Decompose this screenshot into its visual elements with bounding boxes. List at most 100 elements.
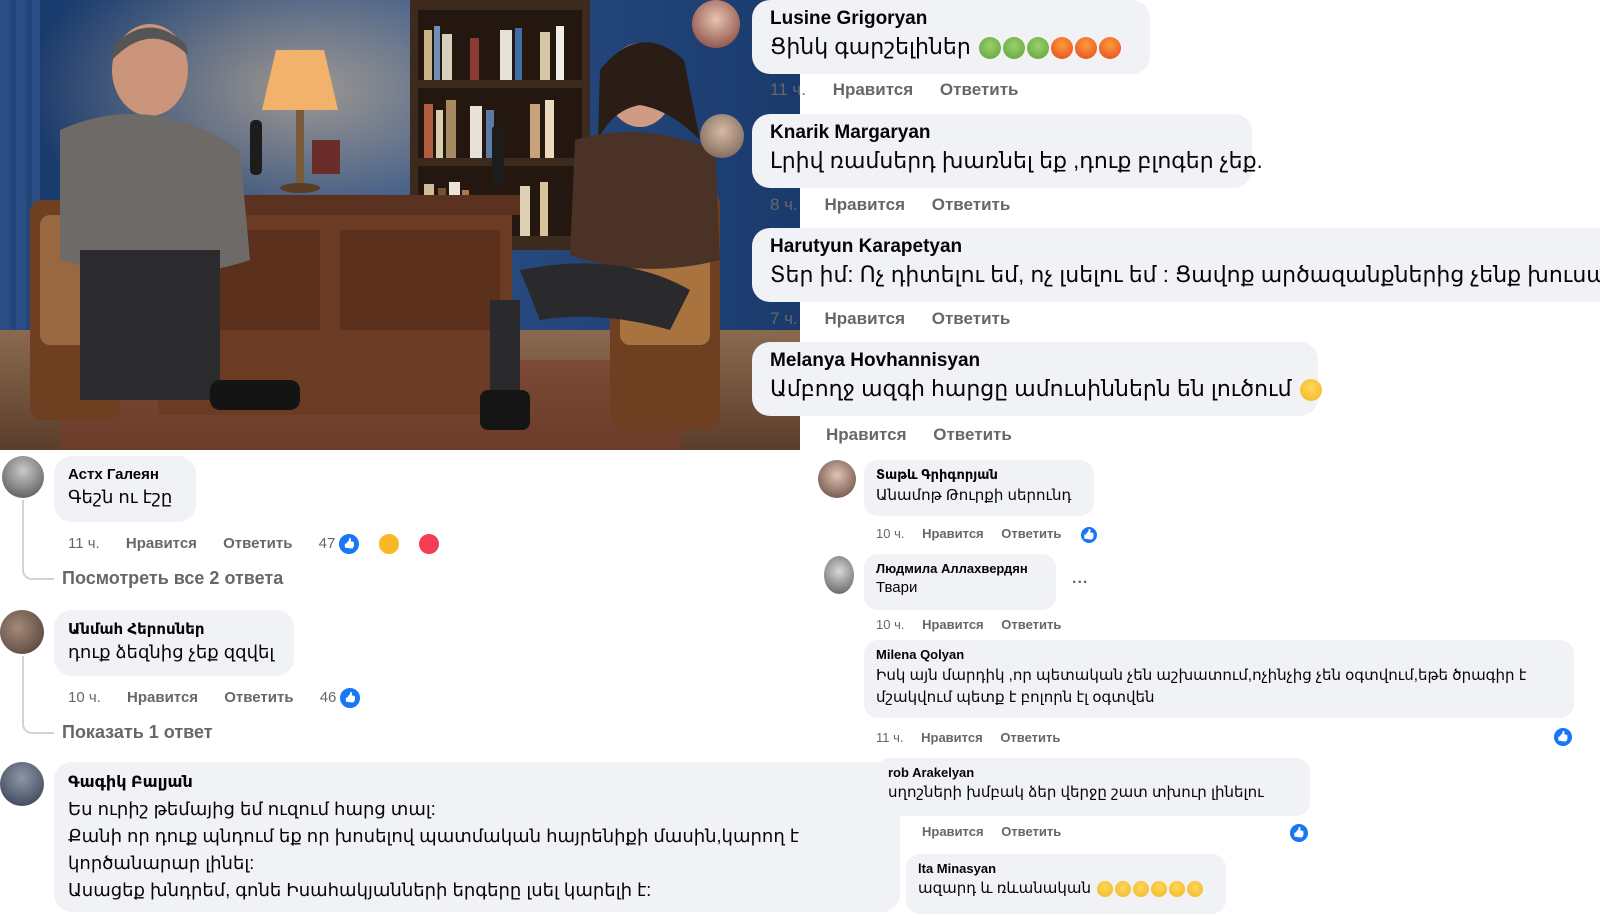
like-button[interactable]: Нравится (833, 80, 914, 99)
video-thumbnail[interactable] (0, 0, 800, 450)
crying-face-icon (1169, 881, 1186, 898)
comment-bubble: Людмила Аллахвердян Твари (864, 554, 1056, 610)
comment-actions: 11 ч. Нравится Ответить (876, 730, 1074, 745)
comment-text-line: Ես ուրիշ թեմայից եմ ուզում հարց տալ: (68, 799, 436, 819)
comment-text-content: ազարդ և ռևանական (918, 880, 1091, 897)
comment-actions: 11 ч. Нравится Ответить 47 (68, 532, 463, 556)
comment-bubble: Астх Галеян Գեշն ու էշը (54, 456, 196, 522)
reaction-count[interactable]: 46 (320, 689, 337, 706)
like-reaction-icon (338, 686, 363, 710)
reaction-count[interactable]: 47 (319, 535, 336, 552)
comment-bubble: Անմահ Հերոսներ դուք ձեզնից չեք զզվել (54, 610, 294, 676)
comment-time[interactable]: 10 ч. (68, 689, 101, 706)
comment-author[interactable]: Անմահ Հերոսներ (68, 620, 280, 638)
comment-text-line: կործանարար լինել: (68, 853, 255, 873)
comment-text-content: Ցինկ գարշելիներ (770, 34, 971, 59)
angry-face-icon (1050, 37, 1073, 60)
comment-actions: Нравится Ответить (922, 824, 1075, 839)
comment-actions: 11 ч. Нравится Ответить (770, 80, 1040, 100)
hands-icon (1133, 881, 1150, 898)
avatar[interactable] (824, 556, 854, 594)
sick-face-icon (1002, 37, 1025, 60)
sick-face-icon (1026, 37, 1049, 60)
comment-author[interactable]: Տաթև Գրիգորյան (876, 467, 1082, 483)
like-reaction-icon (1078, 525, 1099, 545)
comment-author[interactable]: lta Minasyan (918, 861, 1214, 876)
love-reaction-icon (417, 532, 442, 556)
comment-text: Գեշն ու էշը (68, 487, 173, 507)
comment-time[interactable]: 8 ч. (770, 195, 798, 214)
comment-text: Լրիվ ռամսերդ խառնել եք ,դուք բլոգեր չեք. (770, 148, 1263, 173)
like-button[interactable]: Нравится (921, 730, 983, 745)
comment-actions: 10 ч. Нравится Ответить 46 (68, 686, 384, 710)
avatar[interactable] (0, 610, 44, 654)
reply-button[interactable]: Ответить (1001, 526, 1061, 541)
sick-face-icon (978, 37, 1001, 60)
reply-button[interactable]: Ответить (223, 535, 292, 552)
comment-actions: 10 ч. Нравится Ответить (876, 525, 1121, 545)
like-button[interactable]: Нравится (826, 425, 907, 444)
comment-author[interactable]: Астх Галеян (68, 466, 182, 483)
comment-author[interactable]: Людмила Аллахвердян (876, 561, 1044, 576)
comment-time[interactable]: 10 ч. (876, 526, 904, 541)
thread-connector (22, 656, 54, 734)
reply-button[interactable]: Ответить (224, 689, 293, 706)
comment-author[interactable]: Knarik Margaryan (770, 122, 1234, 144)
like-button[interactable]: Нравится (825, 195, 906, 214)
comment-bubble: Lusine Grigoryan Ցինկ գարշելիներ (752, 0, 1150, 74)
like-button[interactable]: Нравится (922, 526, 984, 541)
comment-actions: 10 ч. Нравится Ответить (876, 617, 1075, 632)
reply-button[interactable]: Ответить (1001, 824, 1061, 839)
like-button[interactable]: Нравится (825, 309, 906, 328)
hands-icon (1115, 881, 1132, 898)
comment-author[interactable]: Գագիկ Բալյան (68, 772, 886, 792)
like-button[interactable]: Нравится (127, 689, 198, 706)
view-replies-link[interactable]: Посмотреть все 2 ответа (62, 568, 283, 589)
comment-time[interactable]: 11 ч. (770, 80, 806, 99)
reply-button[interactable]: Ответить (932, 195, 1011, 214)
comment-time[interactable]: 11 ч. (876, 730, 904, 745)
comment-text: սղոշների խմբակ ձեր վերջը շատ տխուր լինել… (888, 784, 1264, 801)
crying-face-icon (1299, 379, 1322, 402)
reply-button[interactable]: Ответить (940, 80, 1019, 99)
like-reaction-icon (1288, 822, 1310, 844)
haha-reaction-icon (377, 532, 402, 556)
avatar[interactable] (692, 0, 740, 48)
crying-face-icon (1151, 881, 1168, 898)
view-replies-link[interactable]: Показать 1 ответ (62, 722, 213, 743)
comment-actions: 8 ч. Нравится Ответить (770, 195, 1032, 215)
comment-text-line: Քանի որ դուք պնդում եք որ խոսելով պատմակ… (68, 826, 799, 846)
like-button[interactable]: Нравится (922, 617, 984, 632)
comment-text: Твари (876, 579, 918, 596)
comment-author[interactable]: rob Arakelyan (888, 765, 1298, 780)
comment-text: դուք ձեզնից չեք զզվել (68, 642, 275, 662)
reply-button[interactable]: Ответить (1000, 730, 1060, 745)
comment-bubble: lta Minasyan ազարդ և ռևանական (906, 854, 1226, 914)
comment-author[interactable]: Harutyun Karapetyan (770, 236, 1594, 258)
avatar[interactable] (2, 456, 44, 498)
comment-time[interactable]: 11 ч. (68, 535, 100, 552)
comment-time[interactable]: 10 ч. (876, 617, 904, 632)
like-reaction-icon (337, 532, 362, 556)
comment-time[interactable]: 7 ч. (770, 309, 798, 328)
more-options-button[interactable]: ... (1072, 570, 1088, 588)
reply-button[interactable]: Ответить (933, 425, 1012, 444)
reply-button[interactable]: Ответить (932, 309, 1011, 328)
comment-bubble: Melanya Hovhannisyan Ամբողջ ազգի հարցը ա… (752, 342, 1322, 416)
comment-author[interactable]: Melanya Hovhannisyan (770, 350, 1300, 372)
avatar[interactable] (0, 762, 44, 806)
comment-actions: 7 ч. Нравится Ответить (770, 309, 1032, 329)
like-button[interactable]: Нравится (126, 535, 197, 552)
comment-text-content: Ամբողջ ազգի հարցը ամուսիններն են լուծում (770, 376, 1292, 401)
reply-button[interactable]: Ответить (1001, 617, 1061, 632)
comment-author[interactable]: Lusine Grigoryan (770, 8, 1132, 30)
avatar[interactable] (818, 460, 856, 498)
comment-bubble: Knarik Margaryan Լրիվ ռամսերդ խառնել եք … (752, 114, 1263, 188)
like-reaction-icon (1552, 726, 1574, 748)
comment-text: ազարդ և ռևանական (918, 879, 1214, 898)
hands-icon (1097, 881, 1114, 898)
comment-text: Անամոթ Թուրքի սերունդ (876, 487, 1072, 504)
comment-author[interactable]: Milena Qolyan (876, 647, 1562, 662)
like-button[interactable]: Нравится (922, 824, 984, 839)
avatar[interactable] (700, 114, 744, 158)
